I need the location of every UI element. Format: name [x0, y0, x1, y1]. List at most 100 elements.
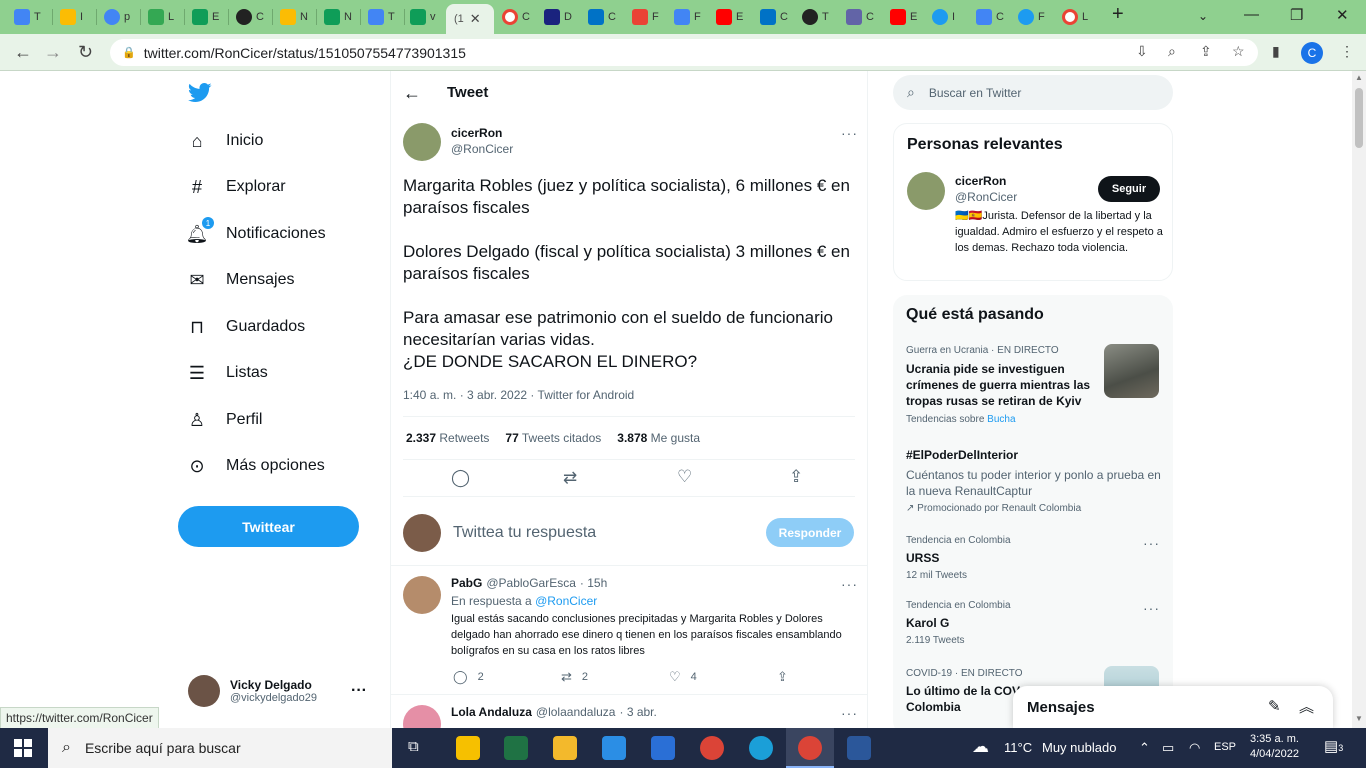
reply-input[interactable]: Twittea tu respuesta: [453, 524, 596, 542]
browser-tab[interactable]: C: [582, 5, 616, 29]
bookmark-star-icon[interactable]: ☆: [1232, 43, 1245, 60]
close-tab-icon[interactable]: ✕: [470, 11, 481, 27]
browser-tab[interactable]: F: [668, 5, 701, 29]
quotes-stat[interactable]: 77 Tweets citados: [505, 431, 601, 445]
author-name[interactable]: cicerRon: [451, 126, 502, 140]
browser-tab[interactable]: C: [230, 5, 264, 29]
author-avatar[interactable]: [403, 123, 441, 161]
reload-icon[interactable]: ↻: [78, 42, 93, 63]
search-input[interactable]: ⌕ Buscar en Twitter: [893, 75, 1173, 110]
browser-tab[interactable]: C: [970, 5, 1004, 29]
weather-icon[interactable]: ☁: [972, 737, 989, 757]
lock-icon[interactable]: 🔒: [122, 46, 136, 59]
browser-tab[interactable]: I: [54, 5, 83, 29]
author-handle[interactable]: @RonCicer: [451, 142, 513, 156]
profile-avatar[interactable]: C: [1301, 42, 1323, 64]
scrollbar-thumb[interactable]: [1355, 88, 1363, 148]
browser-tab[interactable]: F: [1012, 5, 1045, 29]
reply-author-avatar[interactable]: [403, 576, 441, 614]
install-icon[interactable]: ⇩: [1136, 43, 1148, 60]
browser-tab[interactable]: T: [796, 5, 829, 29]
browser-tab[interactable]: E: [884, 5, 917, 29]
retweet-icon[interactable]: ⇄: [561, 669, 572, 685]
back-icon[interactable]: ←: [14, 42, 32, 63]
edge-icon[interactable]: [749, 736, 773, 760]
reply-icon[interactable]: ◯: [451, 468, 470, 488]
share-icon[interactable]: ⇪: [789, 467, 803, 487]
avatar[interactable]: [907, 172, 945, 210]
address-bar[interactable]: 🔒 twitter.com/RonCicer/status/1510507554…: [110, 39, 1258, 66]
browser-tab[interactable]: E: [186, 5, 219, 29]
reply-author-name[interactable]: Lola Andaluza: [451, 705, 532, 719]
account-switcher[interactable]: Vicky Delgado @vickydelgado29 ···: [188, 675, 367, 707]
clock[interactable]: 3:35 a. m. 4/04/2022: [1250, 732, 1299, 762]
tweet-button[interactable]: Twittear: [178, 506, 359, 547]
browser-tab[interactable]: C: [754, 5, 788, 29]
nav-item-explorar[interactable]: # Explorar: [186, 176, 286, 198]
minimize-icon[interactable]: —: [1244, 6, 1259, 23]
new-message-icon[interactable]: ✎: [1268, 697, 1281, 715]
more-icon[interactable]: ···: [1143, 600, 1160, 616]
action-center-icon[interactable]: ▤3: [1324, 737, 1343, 755]
messages-drawer[interactable]: Mensajes ✎ ︽: [1013, 686, 1333, 728]
retweets-stat[interactable]: 2.337 Retweets: [406, 431, 489, 445]
nav-item-inicio[interactable]: ⌂ Inicio: [186, 130, 264, 152]
browser-tab[interactable]: p: [98, 5, 130, 29]
retweet-icon[interactable]: ⇄: [563, 468, 577, 488]
browser-tab[interactable]: T: [362, 5, 395, 29]
nav-item-notificaciones[interactable]: 🔔︎ 1 Notificaciones: [186, 217, 326, 245]
chrome-icon[interactable]: [700, 736, 724, 760]
reply-button[interactable]: Responder: [766, 518, 854, 547]
share-icon[interactable]: ⇪: [777, 669, 788, 685]
likes-stat[interactable]: 3.878 Me gusta: [617, 431, 700, 445]
language-indicator[interactable]: ESP: [1214, 741, 1236, 753]
windows-start-icon[interactable]: [14, 739, 32, 757]
wifi-icon[interactable]: ◠: [1189, 740, 1200, 756]
trend-item[interactable]: Tendencia en Colombia URSS 12 mil Tweets: [906, 535, 1126, 581]
reply-author-name[interactable]: PabG: [451, 576, 482, 590]
forward-icon[interactable]: →: [44, 42, 62, 63]
tab-search-icon[interactable]: ⌄: [1198, 9, 1208, 23]
temperature[interactable]: 11°C: [1004, 740, 1032, 755]
taskbar-search-input[interactable]: ⌕ Escribe aquí para buscar: [48, 728, 392, 768]
expand-up-icon[interactable]: ︽: [1299, 696, 1314, 717]
browser-tab[interactable]: L: [1056, 5, 1088, 29]
reply-author-handle[interactable]: @lolaandaluza: [536, 705, 616, 719]
page-scrollbar[interactable]: ▲ ▼: [1352, 71, 1366, 728]
more-icon[interactable]: ···: [841, 125, 858, 141]
nav-item-mas-opciones[interactable]: ⊙ Más opciones: [186, 455, 324, 477]
reply-author-avatar[interactable]: [403, 705, 441, 728]
task-view-icon[interactable]: ⧉: [408, 738, 419, 755]
browser-tab[interactable]: C: [496, 5, 530, 29]
network-icon[interactable]: ▭: [1162, 740, 1174, 756]
excel-icon[interactable]: [504, 736, 528, 760]
zoom-icon[interactable]: ⌕: [1168, 43, 1176, 60]
file-explorer-icon[interactable]: [553, 736, 577, 760]
nav-item-listas[interactable]: ☰ Listas: [186, 362, 268, 384]
word-icon[interactable]: [847, 736, 871, 760]
browser-tab[interactable]: v: [404, 5, 436, 29]
weather-text[interactable]: Muy nublado: [1042, 740, 1116, 755]
more-icon[interactable]: ···: [351, 682, 367, 700]
tray-chevron-icon[interactable]: ⌃: [1139, 740, 1150, 756]
active-tab[interactable]: (1 ✕: [446, 4, 494, 34]
more-icon[interactable]: ···: [841, 705, 858, 721]
reply-time[interactable]: · 15h: [580, 576, 607, 590]
side-panel-icon[interactable]: ▮: [1272, 43, 1280, 60]
store-icon[interactable]: [651, 736, 675, 760]
share-icon[interactable]: ⇪: [1200, 43, 1212, 60]
browser-tab[interactable]: F: [626, 5, 659, 29]
reply-icon[interactable]: ◯: [453, 669, 468, 685]
reply-time[interactable]: · 3 abr.: [619, 705, 656, 719]
reply-author-handle[interactable]: @PabloGarEsca: [486, 576, 576, 590]
browser-tab[interactable]: L: [142, 5, 174, 29]
mention-link[interactable]: @RonCicer: [535, 594, 597, 608]
relevant-name[interactable]: cicerRon: [955, 174, 1006, 188]
more-icon[interactable]: ···: [841, 576, 858, 592]
browser-tab[interactable]: C: [840, 5, 874, 29]
restore-icon[interactable]: ❐: [1290, 6, 1303, 24]
back-arrow-icon[interactable]: ←: [403, 83, 421, 104]
nav-item-guardados[interactable]: ⊓ Guardados: [186, 316, 305, 338]
trend-item[interactable]: Guerra en Ucrania · EN DIRECTO Ucrania p…: [906, 345, 1096, 425]
browser-tab[interactable]: E: [710, 5, 743, 29]
